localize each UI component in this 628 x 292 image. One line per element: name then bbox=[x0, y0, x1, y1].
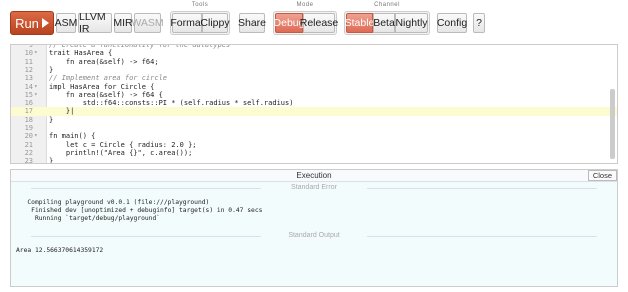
code-text: std::f64::consts::PI * (self.radius * se… bbox=[49, 99, 294, 108]
code-line: 11 fn area(&self) -> f64; bbox=[11, 58, 617, 66]
format-button[interactable]: Format bbox=[170, 13, 204, 33]
mir-button[interactable]: MIR bbox=[113, 13, 133, 33]
line-number: 15 bbox=[24, 90, 33, 99]
clippy-button[interactable]: Clippy bbox=[200, 13, 230, 33]
channel-group-label: Channel bbox=[374, 2, 400, 8]
stable-button[interactable]: Stable bbox=[345, 13, 374, 33]
code-text: impl HasArea for Circle { bbox=[49, 82, 155, 91]
fold-arrow-icon[interactable]: ▾ bbox=[34, 83, 42, 91]
code-line: 12} bbox=[11, 66, 617, 74]
run-button[interactable]: Run bbox=[10, 11, 54, 35]
toolbar: Run ASM LLVM IR MIR WASM Tools Format Cl… bbox=[0, 0, 628, 42]
line-number: 18 bbox=[24, 115, 33, 124]
line-number: 11 bbox=[24, 57, 33, 66]
code-text: fn area(&self) -> f64 { bbox=[49, 90, 163, 99]
line-number: 19 bbox=[24, 124, 33, 132]
nightly-button[interactable]: Nightly bbox=[395, 13, 428, 33]
stderr-line: Compiling playground v0.0.1 (file:///pla… bbox=[16, 199, 210, 206]
help-button[interactable]: ? bbox=[473, 13, 485, 33]
run-label: Run bbox=[15, 15, 39, 31]
code-line: 23} bbox=[11, 157, 617, 164]
code-line: 20 ▾ fn main() { bbox=[11, 132, 617, 140]
config-button[interactable]: Config bbox=[437, 13, 467, 33]
tools-group-label: Tools bbox=[191, 2, 209, 8]
stderr-label: Standard Error bbox=[11, 184, 617, 191]
code-line: 15 ▾ fn area(&self) -> f64 { bbox=[11, 91, 617, 99]
code-text: // Implement area for circle bbox=[49, 74, 168, 83]
code-text: } bbox=[49, 65, 54, 74]
close-button[interactable]: Close bbox=[587, 170, 617, 181]
code-line: 17 }| bbox=[11, 107, 617, 116]
stdout-line: Area 12.566370614359172 bbox=[16, 247, 104, 254]
asm-button[interactable]: ASM bbox=[55, 13, 77, 33]
code-text: fn area(&self) -> f64; bbox=[49, 57, 159, 66]
code-text: } bbox=[49, 115, 54, 124]
line-number: 10 bbox=[24, 49, 33, 58]
fold-arrow-icon[interactable]: ▾ bbox=[34, 132, 42, 140]
line-number: 23 bbox=[24, 157, 33, 164]
line-number: 22 bbox=[24, 148, 33, 157]
line-number: 20 bbox=[24, 132, 33, 141]
release-button[interactable]: Release bbox=[300, 13, 338, 33]
share-button[interactable]: Share bbox=[238, 13, 266, 33]
execution-panel: Execution Close Standard Error Compiling… bbox=[10, 169, 618, 287]
execution-title: Execution bbox=[11, 170, 617, 182]
code-line: 10 ▾ trait HasArea { bbox=[11, 49, 617, 57]
code-line: 18} bbox=[11, 116, 617, 124]
play-icon bbox=[41, 18, 49, 28]
wasm-button[interactable]: WASM bbox=[131, 13, 164, 33]
code-text: println!("Area {}", c.area()); bbox=[49, 148, 193, 157]
fold-arrow-icon[interactable]: ▾ bbox=[34, 49, 42, 57]
llvm-ir-button[interactable]: LLVM IR bbox=[78, 11, 112, 35]
beta-button[interactable]: Beta bbox=[373, 13, 395, 33]
editor-scrollbar[interactable] bbox=[610, 89, 615, 159]
stdout-label: Standard Output bbox=[11, 232, 617, 239]
stderr-line: Running `target/debug/playground` bbox=[16, 215, 161, 222]
line-number: 16 bbox=[24, 99, 33, 108]
code-text: let c = Circle { radius: 2.0 }; bbox=[49, 140, 197, 149]
code-editor[interactable]: 9// Create a functionality for the datat… bbox=[10, 44, 618, 164]
code-text: trait HasArea { bbox=[49, 49, 113, 58]
code-text: fn main() { bbox=[49, 132, 96, 141]
code-text: } bbox=[49, 157, 54, 164]
line-number: 13 bbox=[24, 74, 33, 83]
code-line: 13 // Implement area for circle bbox=[11, 74, 617, 82]
line-number: 14 bbox=[24, 82, 33, 91]
mode-group-label: Mode bbox=[296, 2, 314, 8]
code-line: 21 let c = Circle { radius: 2.0 }; bbox=[11, 141, 617, 149]
line-number: 12 bbox=[24, 65, 33, 74]
code-line: 19 bbox=[11, 124, 617, 132]
fold-arrow-icon[interactable]: ▾ bbox=[34, 91, 42, 99]
code-text: }| bbox=[49, 107, 75, 116]
stderr-line: Finished dev [unoptimized + debuginfo] t… bbox=[16, 207, 263, 214]
code-line: 16 std::f64::consts::PI * (self.radius *… bbox=[11, 99, 617, 107]
line-number: 21 bbox=[24, 140, 33, 149]
line-number: 17 bbox=[24, 107, 33, 116]
code-line: 14 ▾ impl HasArea for Circle { bbox=[11, 83, 617, 91]
code-line: 22 println!("Area {}", c.area()); bbox=[11, 149, 617, 157]
